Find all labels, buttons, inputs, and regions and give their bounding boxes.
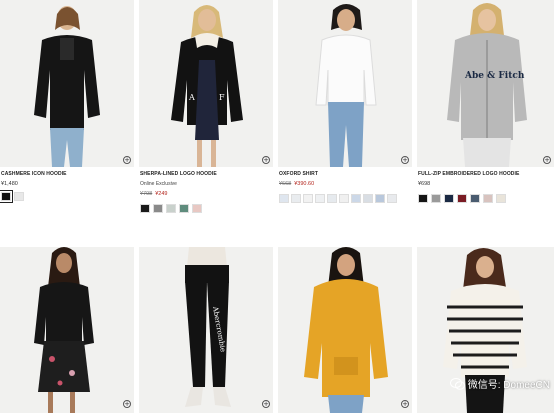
swatch[interactable] bbox=[375, 194, 385, 203]
product-name[interactable]: OXFORD SHIRT bbox=[279, 171, 318, 177]
swatch[interactable] bbox=[0, 190, 13, 203]
product-card[interactable]: + bbox=[0, 247, 134, 413]
svg-text:Abe & Fitch: Abe & Fitch bbox=[464, 71, 525, 81]
plus-circle-icon[interactable]: + bbox=[543, 156, 551, 164]
swatch[interactable] bbox=[431, 194, 441, 203]
swatch[interactable] bbox=[153, 204, 163, 213]
swatch[interactable] bbox=[418, 194, 428, 203]
product-image[interactable]: Abe & Fitch + bbox=[417, 0, 554, 167]
product-card[interactable]: + OXFORD SHIRT ¥668 ¥390.60 bbox=[278, 0, 412, 210]
swatch[interactable] bbox=[279, 194, 289, 203]
product-price: ¥798 ¥249 bbox=[140, 191, 168, 197]
swatch[interactable] bbox=[444, 194, 454, 203]
product-card[interactable]: Abe & Fitch + FULL-ZIP EMBROIDERED LOGO … bbox=[417, 0, 554, 210]
swatch[interactable] bbox=[166, 204, 176, 213]
swatch[interactable] bbox=[351, 194, 361, 203]
original-price: ¥668 bbox=[279, 181, 292, 187]
swatch[interactable] bbox=[457, 194, 467, 203]
product-image[interactable]: + bbox=[0, 0, 134, 167]
product-image[interactable]: + bbox=[278, 0, 412, 167]
color-swatches bbox=[418, 194, 506, 203]
product-image[interactable]: Abercrombie + bbox=[139, 247, 273, 413]
swatch[interactable] bbox=[363, 194, 373, 203]
product-name[interactable]: FULL-ZIP EMBROIDERED LOGO HOODIE bbox=[418, 171, 519, 177]
product-name[interactable]: CASHMERE ICON HOODIE bbox=[1, 171, 67, 177]
swatch[interactable] bbox=[14, 192, 24, 201]
plus-circle-icon[interactable]: + bbox=[262, 400, 270, 408]
sale-price: ¥249 bbox=[155, 191, 168, 197]
swatch[interactable] bbox=[303, 194, 313, 203]
plus-circle-icon[interactable]: + bbox=[401, 156, 409, 164]
product-image[interactable]: + bbox=[278, 247, 412, 413]
color-swatches bbox=[279, 194, 397, 203]
product-card[interactable]: + bbox=[278, 247, 412, 413]
swatch[interactable] bbox=[470, 194, 480, 203]
product-price: ¥1,480 bbox=[1, 181, 18, 187]
product-price: ¥668 ¥390.60 bbox=[279, 181, 314, 187]
swatch[interactable] bbox=[179, 204, 189, 213]
plus-circle-icon[interactable]: + bbox=[123, 156, 131, 164]
plus-circle-icon[interactable]: + bbox=[401, 400, 409, 408]
plus-circle-icon[interactable]: + bbox=[123, 400, 131, 408]
swatch[interactable] bbox=[140, 204, 150, 213]
swatch[interactable] bbox=[483, 194, 493, 203]
swatch[interactable] bbox=[339, 194, 349, 203]
color-swatches bbox=[0, 190, 24, 203]
product-card[interactable]: A F + SHERPA-LINED LOGO HOODIE Online Ex… bbox=[139, 0, 273, 220]
product-image[interactable]: A F + bbox=[139, 0, 273, 167]
svg-text:A: A bbox=[188, 93, 195, 102]
sale-price: ¥390.60 bbox=[294, 181, 315, 187]
wechat-watermark: 微信号: DomeeCN bbox=[449, 376, 550, 391]
product-card[interactable]: + CASHMERE ICON HOODIE ¥1,480 bbox=[0, 0, 134, 210]
swatch[interactable] bbox=[291, 194, 301, 203]
product-price: ¥698 bbox=[418, 181, 431, 187]
svg-text:F: F bbox=[219, 93, 225, 102]
original-price: ¥798 bbox=[140, 191, 153, 197]
product-image[interactable]: + bbox=[0, 247, 134, 413]
product-card[interactable]: Abercrombie + bbox=[139, 247, 273, 413]
plus-circle-icon[interactable]: + bbox=[262, 156, 270, 164]
watermark-text: 微信号: DomeeCN bbox=[467, 380, 550, 391]
swatch[interactable] bbox=[315, 194, 325, 203]
wechat-icon bbox=[449, 377, 465, 390]
swatch[interactable] bbox=[327, 194, 337, 203]
color-swatches bbox=[140, 204, 202, 213]
swatch[interactable] bbox=[192, 204, 202, 213]
online-exclusive-label: Online Exclusive bbox=[140, 181, 177, 187]
product-name[interactable]: SHERPA-LINED LOGO HOODIE bbox=[140, 171, 217, 177]
swatch[interactable] bbox=[387, 194, 397, 203]
swatch[interactable] bbox=[496, 194, 506, 203]
